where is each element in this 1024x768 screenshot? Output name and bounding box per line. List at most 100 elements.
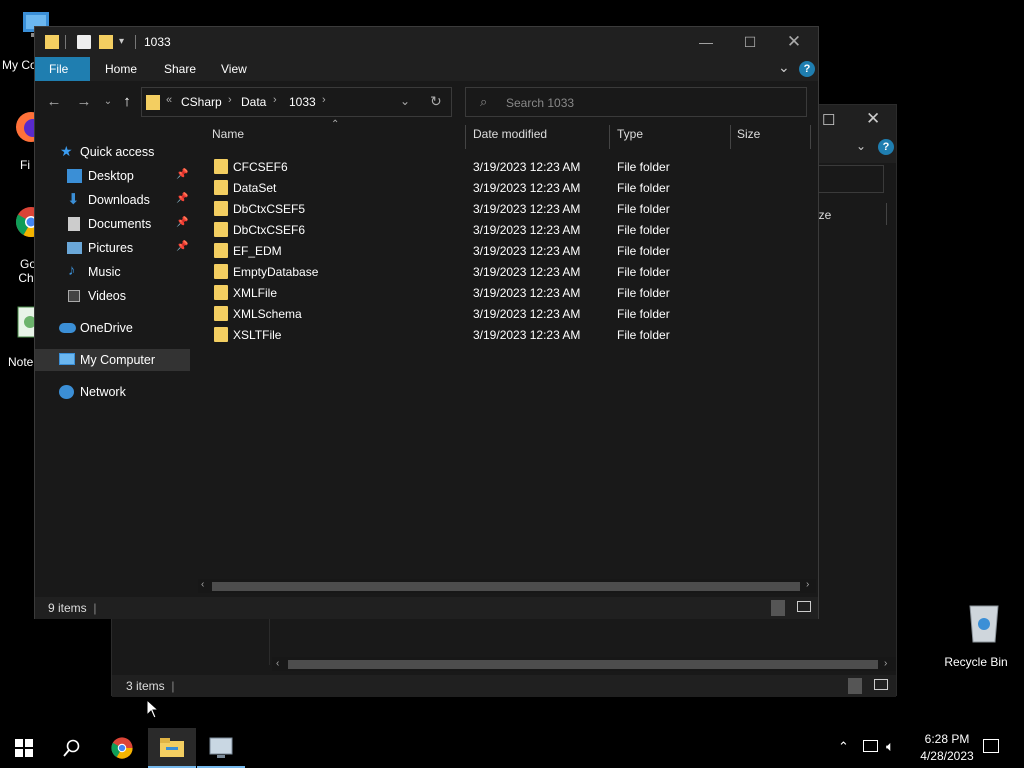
column-header-name[interactable]: Name xyxy=(212,127,244,141)
search-box[interactable]: ⌕ Search 1033 xyxy=(465,87,807,117)
forward-button[interactable]: → xyxy=(73,91,95,113)
table-row[interactable]: XSLTFile 3/19/2023 12:23 AM File folder xyxy=(192,324,818,345)
table-row[interactable]: DbCtxCSEF5 3/19/2023 12:23 AM File folder xyxy=(192,198,818,219)
properties-icon[interactable] xyxy=(77,35,91,49)
breadcrumb-data[interactable]: Data xyxy=(241,95,266,109)
start-button[interactable] xyxy=(0,728,48,768)
pin-icon[interactable]: 📌 xyxy=(176,169,188,180)
breadcrumb-csharp[interactable]: CSharp xyxy=(181,95,222,109)
details-view-icon[interactable] xyxy=(848,678,862,694)
table-row[interactable]: EF_EDM 3/19/2023 12:23 AM File folder xyxy=(192,240,818,261)
sidebar-item-documents[interactable]: Documents 📌 xyxy=(35,213,190,235)
tab-view[interactable]: View xyxy=(207,57,261,81)
table-row[interactable]: XMLFile 3/19/2023 12:23 AM File folder xyxy=(192,282,818,303)
close-button[interactable]: ✕ xyxy=(771,27,817,57)
show-hidden-icons-icon[interactable]: ⌃ xyxy=(838,739,849,755)
file-date: 3/19/2023 12:23 AM xyxy=(473,328,581,342)
help-icon[interactable]: ? xyxy=(799,61,815,77)
search-box[interactable] xyxy=(818,165,884,193)
table-row[interactable]: CFCSEF6 3/19/2023 12:23 AM File folder xyxy=(192,156,818,177)
minimize-button[interactable]: — xyxy=(683,27,729,57)
expand-ribbon-icon[interactable]: ⌄ xyxy=(778,59,790,76)
column-separator[interactable] xyxy=(465,125,466,149)
table-row[interactable]: DbCtxCSEF6 3/19/2023 12:23 AM File folder xyxy=(192,219,818,240)
folder-icon xyxy=(214,222,228,237)
large-icons-view-icon[interactable] xyxy=(874,679,888,690)
tab-home[interactable]: Home xyxy=(91,57,151,81)
sidebar-item-music[interactable]: ♪ Music xyxy=(35,261,190,283)
breadcrumb-1033[interactable]: 1033 xyxy=(289,95,316,109)
pin-icon[interactable]: 📌 xyxy=(176,217,188,228)
file-type: File folder xyxy=(617,244,670,258)
scroll-right-icon[interactable]: › xyxy=(884,658,887,669)
column-separator xyxy=(886,203,887,225)
sidebar-item-quick-access[interactable]: ★ Quick access xyxy=(35,141,190,163)
new-folder-icon[interactable] xyxy=(99,35,113,49)
scroll-right-icon[interactable]: › xyxy=(806,579,809,590)
taskbar-app[interactable] xyxy=(197,728,245,768)
scroll-left-icon[interactable]: ‹ xyxy=(201,579,204,590)
table-row[interactable]: EmptyDatabase 3/19/2023 12:23 AM File fold… xyxy=(192,261,818,282)
sidebar-item-desktop[interactable]: Desktop 📌 xyxy=(35,165,190,187)
volume-icon[interactable]: 🔈︎ xyxy=(886,738,894,755)
file-date: 3/19/2023 12:23 AM xyxy=(473,307,581,321)
maximize-button[interactable]: ☐ xyxy=(727,27,773,57)
back-button[interactable]: ← xyxy=(43,91,65,113)
search-button[interactable] xyxy=(48,728,96,768)
table-row[interactable]: DataSet 3/19/2023 12:23 AM File folder xyxy=(192,177,818,198)
sidebar-item-videos[interactable]: Videos xyxy=(35,285,190,307)
address-dropdown-icon[interactable]: ⌄ xyxy=(400,94,410,108)
file-name: CFCSEF6 xyxy=(233,160,288,174)
address-bar[interactable]: « CSharp › Data › 1033 › ⌄ ↻ xyxy=(141,87,452,117)
notifications-icon[interactable] xyxy=(983,739,999,753)
file-date: 3/19/2023 12:23 AM xyxy=(473,265,581,279)
pin-icon[interactable]: 📌 xyxy=(176,193,188,204)
close-icon[interactable]: ✕ xyxy=(866,109,880,129)
ribbon-tabs: File Home Share View ⌄ ? xyxy=(35,57,818,81)
table-row[interactable]: XMLSchema 3/19/2023 12:23 AM File folder xyxy=(192,303,818,324)
horizontal-scrollbar[interactable]: ‹ › xyxy=(272,657,896,671)
file-date: 3/19/2023 12:23 AM xyxy=(473,181,581,195)
network-status-icon[interactable] xyxy=(863,740,878,752)
chevron-down-icon[interactable]: ⌄ xyxy=(856,139,866,153)
sidebar-item-network[interactable]: Network xyxy=(35,381,190,403)
scrollbar-thumb[interactable] xyxy=(212,582,800,591)
taskbar-chrome[interactable] xyxy=(98,728,146,768)
sidebar-item-label: Videos xyxy=(88,289,126,303)
column-header-size[interactable]: Size xyxy=(737,127,760,141)
file-name: DataSet xyxy=(233,181,277,195)
clock-date[interactable]: 4/28/2023 xyxy=(909,749,985,763)
scrollbar-thumb[interactable] xyxy=(288,660,878,669)
horizontal-scrollbar[interactable]: ‹ › xyxy=(198,579,816,593)
tab-file[interactable]: File xyxy=(35,57,90,81)
breadcrumb-separator[interactable]: › xyxy=(228,94,232,106)
customize-toolbar-icon[interactable]: ▾ xyxy=(119,36,133,50)
column-separator[interactable] xyxy=(810,125,811,149)
tab-share[interactable]: Share xyxy=(150,57,210,81)
scroll-left-icon[interactable]: ‹ xyxy=(276,658,279,669)
sidebar-item-my-computer[interactable]: My Computer xyxy=(35,349,190,371)
up-button[interactable]: ↑ xyxy=(116,91,138,113)
column-separator[interactable] xyxy=(730,125,731,149)
sidebar-item-onedrive[interactable]: OneDrive xyxy=(35,317,190,339)
column-separator[interactable] xyxy=(609,125,610,149)
item-count: 9 items xyxy=(48,601,87,615)
column-header-type[interactable]: Type xyxy=(617,127,643,141)
title-bar: ▾ 1033 — ☐ ✕ xyxy=(35,27,818,57)
pin-icon[interactable]: 📌 xyxy=(176,241,188,252)
sidebar-item-pictures[interactable]: Pictures 📌 xyxy=(35,237,190,259)
refresh-icon[interactable]: ↻ xyxy=(430,93,442,110)
desktop-icon-recycle-bin[interactable]: Recycle Bin xyxy=(940,600,1012,669)
clock-time[interactable]: 6:28 PM xyxy=(917,732,977,746)
overflow-chevron[interactable]: « xyxy=(166,94,172,106)
help-icon[interactable]: ? xyxy=(878,139,894,155)
breadcrumb-separator[interactable]: › xyxy=(273,94,277,106)
sidebar-item-downloads[interactable]: ⬇ Downloads 📌 xyxy=(35,189,190,211)
explorer-window[interactable]: ▾ 1033 — ☐ ✕ File Home Share View ⌄ ? ← … xyxy=(34,26,819,619)
details-view-icon[interactable] xyxy=(771,600,785,616)
column-header-date-modified[interactable]: Date modified xyxy=(473,127,547,141)
maximize-icon[interactable]: ☐ xyxy=(822,111,835,129)
breadcrumb-separator[interactable]: › xyxy=(322,94,326,106)
large-icons-view-icon[interactable] xyxy=(797,601,811,612)
taskbar-file-explorer[interactable] xyxy=(148,728,196,768)
